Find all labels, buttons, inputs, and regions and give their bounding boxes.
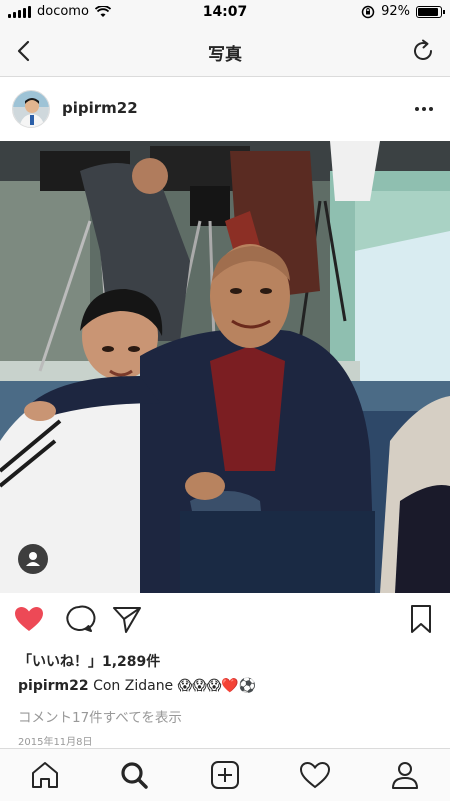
avatar[interactable] bbox=[12, 90, 50, 128]
post-username[interactable]: pipirm22 bbox=[62, 99, 138, 117]
avatar-image bbox=[13, 91, 49, 127]
photo-content bbox=[0, 141, 450, 593]
heart-filled-icon[interactable] bbox=[12, 602, 46, 636]
battery-fill bbox=[418, 7, 439, 16]
paper-plane-icon[interactable] bbox=[110, 602, 144, 636]
chevron-left-icon[interactable] bbox=[10, 36, 40, 66]
post-header: pipirm22 bbox=[0, 77, 450, 141]
heart-outline-icon[interactable] bbox=[298, 758, 332, 792]
status-bar: docomo 14:07 92% bbox=[0, 0, 450, 26]
caption-text: Con Zidane 😱😱😱❤️⚽ bbox=[93, 678, 257, 694]
bookmark-icon[interactable] bbox=[404, 602, 438, 636]
orientation-lock-icon bbox=[361, 5, 375, 18]
tab-bar bbox=[0, 748, 450, 801]
post-actions bbox=[0, 596, 450, 644]
post-date: 2015年11月8日 bbox=[18, 737, 93, 748]
plus-square-icon[interactable] bbox=[208, 758, 242, 792]
post-caption: pipirm22 Con Zidane 😱😱😱❤️⚽ bbox=[18, 678, 256, 694]
person-tag-icon[interactable] bbox=[18, 544, 48, 574]
post-photo[interactable] bbox=[0, 141, 450, 593]
battery-icon bbox=[416, 5, 445, 18]
view-all-comments-link[interactable]: コメント17件すべてを表示 bbox=[18, 706, 182, 726]
status-right: 92% bbox=[361, 4, 445, 19]
more-horizontal-icon[interactable] bbox=[412, 99, 436, 119]
likes-count[interactable]: 「いいね！」1,289件 bbox=[18, 651, 160, 671]
comment-bubble-icon[interactable] bbox=[62, 602, 96, 636]
battery-percent: 92% bbox=[381, 4, 410, 19]
person-icon[interactable] bbox=[388, 758, 422, 792]
search-icon[interactable] bbox=[117, 758, 151, 792]
nav-bar: 写真 bbox=[0, 26, 450, 77]
page-title: 写真 bbox=[208, 45, 242, 65]
caption-username[interactable]: pipirm22 bbox=[18, 678, 89, 694]
refresh-icon[interactable] bbox=[408, 36, 438, 66]
home-icon[interactable] bbox=[28, 758, 62, 792]
